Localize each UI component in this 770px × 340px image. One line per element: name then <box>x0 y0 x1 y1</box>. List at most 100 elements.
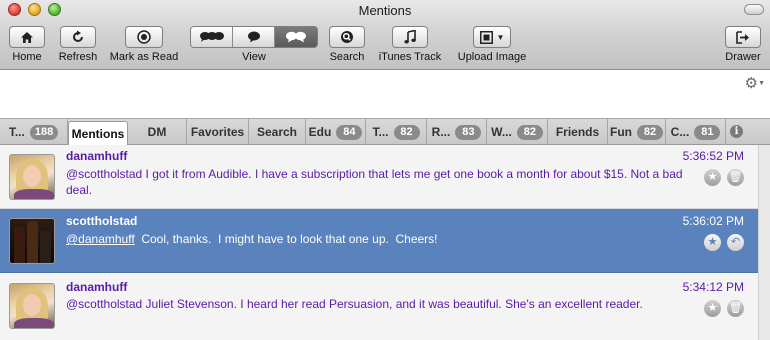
mention-link[interactable]: @danamhuff <box>66 232 135 246</box>
view-label: View <box>242 51 266 63</box>
tab-label: W... <box>491 125 512 139</box>
refresh-icon <box>73 30 83 42</box>
info-icon[interactable]: i <box>730 125 743 138</box>
refresh-button[interactable] <box>60 26 96 48</box>
home-toolbar-item[interactable]: Home <box>7 26 47 63</box>
single-bubble-icon <box>247 31 260 43</box>
mark-as-read-button[interactable] <box>125 26 163 48</box>
tab-timeline[interactable]: T... 188 <box>0 119 68 145</box>
conversation-icon <box>286 31 306 43</box>
tab-w-list[interactable]: W... 82 <box>487 119 548 145</box>
window-toolbar: Mentions Home Refresh Mark as Read View … <box>0 0 770 70</box>
toolbar-toggle-button[interactable] <box>744 4 764 15</box>
unread-count-badge: 82 <box>516 124 543 140</box>
unread-count-badge: 81 <box>694 124 721 140</box>
image-icon <box>479 30 493 44</box>
tab-label: DM <box>147 125 167 139</box>
tab-fun[interactable]: Fun 82 <box>608 119 666 145</box>
music-note-icon <box>404 30 416 44</box>
favorite-star-button[interactable]: ★ <box>704 234 721 251</box>
drawer-icon <box>736 30 749 44</box>
unread-count-badge: 83 <box>455 124 482 140</box>
itunes-track-button[interactable] <box>392 26 428 48</box>
drawer-toolbar-item[interactable]: Drawer <box>722 26 764 63</box>
mark-as-read-toolbar-item[interactable]: Mark as Read <box>106 26 182 63</box>
refresh-toolbar-item[interactable]: Refresh <box>56 26 100 63</box>
upload-image-button[interactable]: ▼ <box>473 26 511 48</box>
refresh-label: Refresh <box>58 51 98 63</box>
home-icon <box>21 31 33 43</box>
tab-label: C... <box>670 125 690 139</box>
upload-image-label: Upload Image <box>457 51 527 63</box>
itunes-track-toolbar-item[interactable]: iTunes Track <box>374 26 446 63</box>
gear-menu-chevron-icon[interactable]: ▼ <box>758 80 765 87</box>
scrollbar[interactable] <box>758 145 770 340</box>
search-label: Search <box>329 51 365 63</box>
view-segmented-control[interactable] <box>190 26 318 48</box>
search-button[interactable] <box>329 26 365 48</box>
tweet-text-rest: Cool, thanks. I might have to look that … <box>134 232 438 246</box>
tab-mentions[interactable]: Mentions <box>68 121 128 146</box>
tweet-timestamp: 5:36:02 PM <box>682 214 744 228</box>
chevron-down-icon: ▼ <box>496 32 505 42</box>
tweet-author[interactable]: danamhuff <box>66 149 127 163</box>
delete-trash-button[interactable]: 🗑 <box>727 169 744 186</box>
search-toolbar-item[interactable]: Search <box>327 26 367 63</box>
radio-dot-icon <box>137 30 151 44</box>
multi-bubble-icon <box>199 32 224 42</box>
tweet-author[interactable]: danamhuff <box>66 280 127 294</box>
tweet-row[interactable]: danamhuff 5:36:52 PM @scottholstad I got… <box>0 145 770 209</box>
tab-favorites[interactable]: Favorites <box>187 119 249 145</box>
tweet-text: @scottholstad Juliet Stevenson. I heard … <box>66 297 643 311</box>
tweet-timestamp: 5:36:52 PM <box>682 149 744 163</box>
gear-icon[interactable]: ⚙ <box>745 74 758 92</box>
magnifier-icon <box>341 31 353 43</box>
timeline-tab-bar: T... 188 Mentions DM Favorites Search Ed… <box>0 118 770 146</box>
unread-count-badge: 188 <box>29 124 59 140</box>
mark-as-read-label: Mark as Read <box>109 51 179 63</box>
view-segment-conversation[interactable] <box>275 27 317 47</box>
view-segment-timeline[interactable] <box>191 27 233 47</box>
tab-friends[interactable]: Friends <box>548 119 608 145</box>
delete-trash-button[interactable]: 🗑 <box>727 300 744 317</box>
itunes-track-label: iTunes Track <box>378 51 442 63</box>
drawer-button[interactable] <box>725 26 761 48</box>
home-label: Home <box>12 51 42 63</box>
unread-count-badge: 82 <box>393 124 420 140</box>
tweet-row-selected[interactable]: scottholstad 5:36:02 PM @danamhuff Cool,… <box>0 209 770 273</box>
tweet-text: @danamhuff Cool, thanks. I might have to… <box>66 231 696 247</box>
tab-label: Mentions <box>71 127 125 141</box>
avatar[interactable] <box>9 283 55 329</box>
favorite-star-button[interactable]: ★ <box>704 300 721 317</box>
tab-label: Favorites <box>190 125 245 139</box>
tab-dm[interactable]: DM <box>128 119 187 145</box>
tab-r-list[interactable]: R... 83 <box>427 119 487 145</box>
tweet-list: danamhuff 5:36:52 PM @scottholstad I got… <box>0 145 770 340</box>
tab-label: Friends <box>555 125 600 139</box>
tab-label: T... <box>372 125 389 139</box>
compose-text-area[interactable] <box>0 70 770 118</box>
tab-label: Search <box>256 125 298 139</box>
tweet-author[interactable]: scottholstad <box>66 214 137 228</box>
window-title: Mentions <box>358 3 412 18</box>
tab-label: R... <box>431 125 451 139</box>
tweet-row[interactable]: danamhuff 5:34:12 PM @scottholstad Julie… <box>0 273 770 340</box>
view-toolbar-item: View <box>190 26 318 63</box>
view-segment-single[interactable] <box>233 27 275 47</box>
favorite-star-button[interactable]: ★ <box>704 169 721 186</box>
tweet-timestamp: 5:34:12 PM <box>682 280 744 294</box>
tab-t-list[interactable]: T... 82 <box>366 119 427 145</box>
unread-count-badge: 82 <box>637 124 663 140</box>
tab-search[interactable]: Search <box>249 119 306 145</box>
tab-label: Edu <box>308 125 332 139</box>
reply-arrow-button[interactable]: ↶ <box>727 234 744 251</box>
tab-label: Fun <box>610 125 632 139</box>
home-button[interactable] <box>9 26 45 48</box>
avatar[interactable] <box>9 218 55 264</box>
tab-c-list[interactable]: C... 81 <box>666 119 726 145</box>
avatar[interactable] <box>9 154 55 200</box>
upload-image-toolbar-item[interactable]: ▼ Upload Image <box>453 26 531 63</box>
drawer-label: Drawer <box>725 51 761 63</box>
tab-edu[interactable]: Edu 84 <box>306 119 366 145</box>
tab-label: T... <box>8 125 25 139</box>
